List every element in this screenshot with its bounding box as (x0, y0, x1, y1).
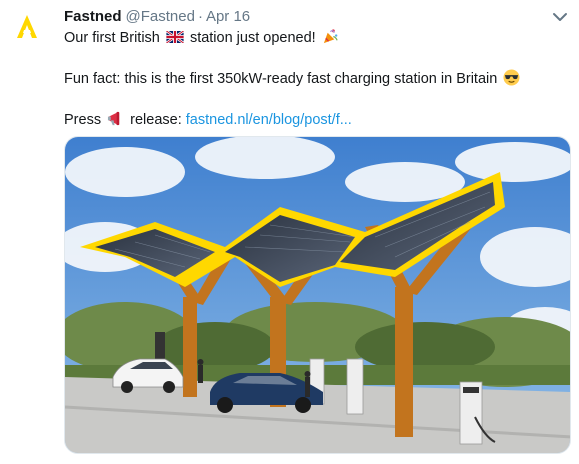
uk-flag-icon (165, 31, 184, 43)
tweet-line-1: Our first British station just opened! (64, 28, 564, 48)
separator: · (197, 8, 203, 25)
tweet-photo[interactable] (64, 136, 571, 454)
sunglasses-face-icon (503, 69, 520, 86)
tweet-date[interactable]: Apr 16 (206, 8, 250, 25)
party-popper-icon (323, 29, 338, 44)
line1-after: station just opened! (189, 30, 316, 46)
line1-before: Our first British (64, 30, 160, 46)
press-release-link[interactable]: fastned.nl/en/blog/post/f... (186, 112, 352, 128)
avatar[interactable] (10, 10, 44, 44)
tweet-line-3: Press release: fastned.nl/en/blog/post/f… (64, 110, 564, 130)
line3-mid: release: (130, 112, 182, 128)
tweet-header: Fastned @Fastned · Apr 16 (64, 7, 250, 27)
tweet: Fastned @Fastned · Apr 16 Our first British… (0, 0, 579, 464)
author-handle[interactable]: @Fastned (126, 8, 195, 25)
fastned-logo-icon (17, 15, 37, 38)
author-name[interactable]: Fastned (64, 8, 122, 25)
megaphone-icon (108, 111, 120, 126)
tweet-line-2: Fun fact: this is the first 350kW-ready … (64, 69, 564, 89)
charging-station-photo (65, 137, 570, 453)
line3-before: Press (64, 112, 102, 128)
line2-text: Fun fact: this is the first 350kW-ready … (64, 71, 498, 87)
chevron-down-icon[interactable] (551, 8, 569, 26)
tweet-text: Our first British station just opened! F… (64, 28, 564, 130)
